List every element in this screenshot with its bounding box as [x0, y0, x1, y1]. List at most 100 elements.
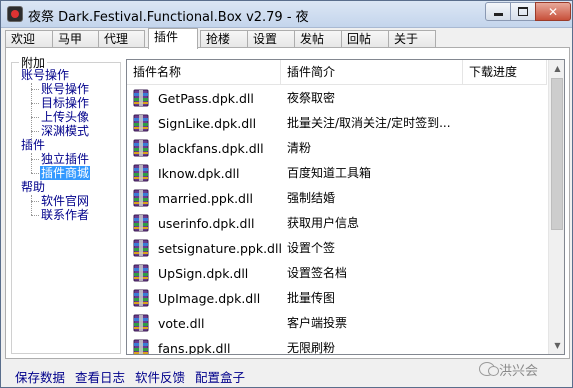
tree-item-abyss-mode[interactable]: 深渊模式 — [41, 124, 89, 138]
plugin-description: 批量传图 — [287, 291, 336, 305]
tab-plugins[interactable]: 插件 — [148, 28, 198, 49]
list-item[interactable]: setsignature.ppk.dll 设置个签 — [127, 236, 547, 261]
winrar-archive-icon — [132, 164, 150, 182]
list-item[interactable]: GetPass.dpk.dll 夜祭取密 — [127, 86, 547, 111]
plugin-description: 设置签名档 — [287, 266, 348, 280]
plugin-description: 百度知道工具箱 — [287, 166, 372, 180]
list-item[interactable]: fans.ppk.dll 无限刷粉 — [127, 336, 547, 355]
winrar-archive-icon — [132, 114, 150, 132]
vertical-scrollbar[interactable]: ▲ ▼ — [548, 60, 564, 354]
plugin-name: blackfans.dpk.dll — [158, 141, 264, 156]
plugin-list[interactable]: 插件名称 插件简介 下载进度 GetPass.dpk.dll 夜祭取密 SignLi… — [126, 59, 565, 355]
view-log-link[interactable]: 查看日志 — [75, 367, 125, 386]
tree-item-account-ops[interactable]: 账号操作 — [21, 68, 69, 82]
tab-welcome[interactable]: 欢迎 — [5, 30, 53, 48]
tree-connector — [31, 89, 39, 90]
column-plugin-desc[interactable]: 插件简介 — [281, 60, 463, 84]
plugin-name: UpSign.dpk.dll — [158, 266, 249, 281]
tree-connector — [31, 215, 39, 216]
tree-item-official-site[interactable]: 软件官网 — [41, 194, 89, 208]
title-bar[interactable]: 夜祭 Dark.Festival.Functional.Box v2.79 - … — [1, 1, 572, 28]
plugin-name: vote.dll — [158, 316, 205, 331]
tab-vest[interactable]: 马甲 — [52, 30, 99, 48]
list-header: 插件名称 插件简介 下载进度 — [127, 60, 547, 85]
plugin-name: married.ppk.dll — [158, 191, 253, 206]
winrar-archive-icon — [132, 314, 150, 332]
tree-item-target-ops[interactable]: 目标操作 — [41, 96, 89, 110]
tree-connector — [31, 103, 39, 104]
plugin-name: SignLike.dpk.dll — [158, 116, 257, 131]
tree-connector — [31, 195, 32, 215]
plugin-name: GetPass.dpk.dll — [158, 91, 254, 106]
tree-item-contact-author[interactable]: 联系作者 — [41, 208, 89, 222]
winrar-archive-icon — [132, 89, 150, 107]
tree-connector — [31, 83, 32, 141]
winrar-archive-icon — [132, 239, 150, 257]
save-data-link[interactable]: 保存数据 — [15, 367, 65, 386]
bottom-toolbar: 保存数据 查看日志 软件反馈 配置盒子 — [15, 367, 415, 386]
software-feedback-link[interactable]: 软件反馈 — [135, 367, 185, 386]
maximize-icon — [518, 7, 528, 16]
plugin-name: fans.ppk.dll — [158, 341, 231, 355]
tree-connector — [31, 131, 39, 132]
tab-proxy[interactable]: 代理 — [98, 30, 145, 48]
winrar-archive-icon — [132, 139, 150, 157]
window-title: 夜祭 Dark.Festival.Functional.Box v2.79 - … — [28, 10, 309, 25]
tree-item-plugins[interactable]: 插件 — [21, 138, 45, 152]
column-download-progress[interactable]: 下载进度 — [463, 60, 547, 84]
tree-connector — [31, 159, 39, 160]
list-item[interactable]: UpImage.dpk.dll 批量传图 — [127, 286, 547, 311]
config-box-link[interactable]: 配置盒子 — [195, 367, 245, 386]
scroll-up-icon[interactable]: ▲ — [549, 60, 564, 77]
winrar-archive-icon — [132, 339, 150, 354]
list-item[interactable]: blackfans.dpk.dll 清粉 — [127, 136, 547, 161]
tree-item-help[interactable]: 帮助 — [21, 180, 45, 194]
list-item[interactable]: UpSign.dpk.dll 设置签名档 — [127, 261, 547, 286]
list-item[interactable]: userinfo.dpk.dll 获取用户信息 — [127, 211, 547, 236]
plugin-description: 强制结婚 — [287, 191, 336, 205]
maximize-button[interactable] — [510, 2, 536, 21]
list-item[interactable]: married.ppk.dll 强制结婚 — [127, 186, 547, 211]
tree-connector — [31, 201, 39, 202]
tree-item-standalone-plugins[interactable]: 独立插件 — [41, 152, 89, 166]
close-icon: ✕ — [547, 4, 559, 19]
winrar-archive-icon — [132, 214, 150, 232]
plugin-description: 客户端投票 — [287, 316, 348, 330]
winrar-archive-icon — [132, 189, 150, 207]
plugin-name: UpImage.dpk.dll — [158, 291, 261, 306]
tree-item-account-operate[interactable]: 账号操作 — [41, 82, 89, 96]
plugin-description: 批量关注/取消关注/定时签到... — [287, 116, 451, 130]
main-window: 夜祭 Dark.Festival.Functional.Box v2.79 - … — [0, 0, 573, 388]
tree-item-plugin-store[interactable]: 插件商城 — [40, 166, 91, 180]
tree-connector — [31, 173, 39, 174]
winrar-archive-icon — [132, 289, 150, 307]
plugin-name: userinfo.dpk.dll — [158, 216, 255, 231]
close-button[interactable]: ✕ — [535, 2, 571, 21]
app-icon — [7, 6, 23, 22]
tab-settings[interactable]: 设置 — [247, 30, 295, 48]
chat-bubble-icon — [479, 362, 499, 376]
scroll-thumb[interactable] — [551, 78, 563, 230]
plugin-description: 设置个签 — [287, 241, 336, 255]
tab-about[interactable]: 关于 — [388, 30, 436, 48]
plugin-name: Iknow.dpk.dll — [158, 166, 240, 181]
plugin-description: 无限刷粉 — [287, 341, 336, 355]
watermark: 洪兴会 — [479, 359, 538, 379]
winrar-archive-icon — [132, 264, 150, 282]
tab-bar: 欢迎 马甲 代理 插件 抢楼 设置 发帖 回帖 关于 — [5, 28, 570, 49]
tab-post[interactable]: 发帖 — [294, 30, 342, 48]
tree-connector — [31, 153, 32, 173]
scroll-down-icon[interactable]: ▼ — [549, 337, 564, 354]
list-item[interactable]: Iknow.dpk.dll 百度知道工具箱 — [127, 161, 547, 186]
tab-grab-floor[interactable]: 抢楼 — [200, 30, 248, 48]
watermark-text: 洪兴会 — [499, 363, 539, 379]
tree-connector — [31, 117, 39, 118]
tab-reply[interactable]: 回帖 — [341, 30, 389, 48]
list-item[interactable]: SignLike.dpk.dll 批量关注/取消关注/定时签到... — [127, 111, 547, 136]
tree-item-upload-avatar[interactable]: 上传头像 — [41, 110, 89, 124]
minimize-button[interactable] — [485, 2, 511, 21]
list-item[interactable]: vote.dll 客户端投票 — [127, 311, 547, 336]
plugin-description: 获取用户信息 — [287, 216, 360, 230]
column-plugin-name[interactable]: 插件名称 — [127, 60, 281, 84]
minimize-icon — [493, 13, 503, 16]
